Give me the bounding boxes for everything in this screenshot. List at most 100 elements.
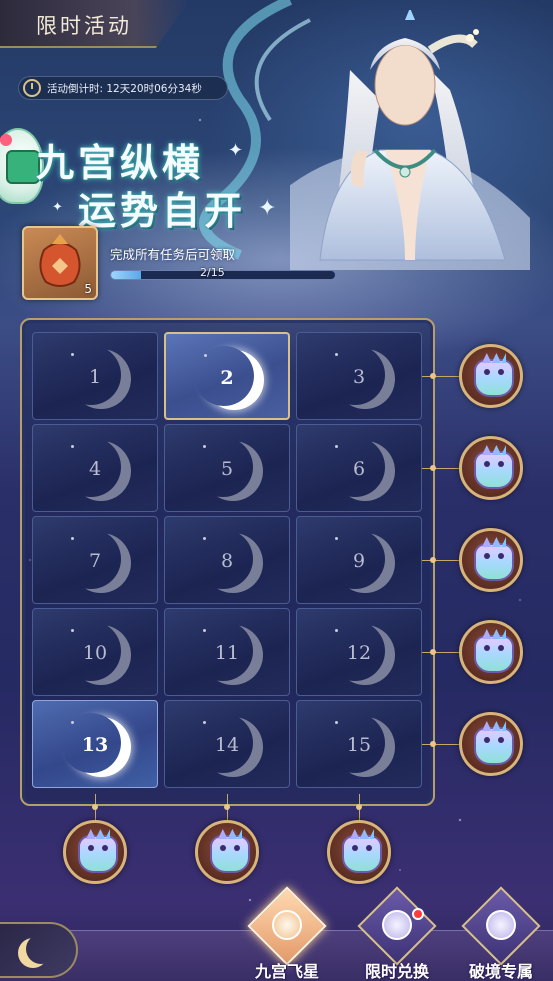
beast-icon	[474, 543, 514, 581]
banner-line-1: 九宫纵横	[36, 140, 205, 185]
connector-dot	[430, 557, 436, 563]
cell-number: 11	[214, 642, 240, 664]
grid-cell-7[interactable]: 7	[32, 516, 158, 604]
row-connector	[422, 376, 462, 377]
grid-cell-8[interactable]: 8	[164, 516, 290, 604]
cell-number: 9	[352, 550, 366, 572]
beast-icon	[474, 359, 514, 397]
progress-fill	[111, 271, 141, 279]
banner-line-2: 运势自开	[78, 188, 247, 233]
cell-number: 2	[220, 367, 234, 389]
connector-dot	[92, 804, 98, 810]
beast-icon	[474, 635, 514, 673]
cell-number: 7	[88, 550, 102, 572]
cell-number: 1	[88, 366, 102, 388]
connector-dot	[430, 373, 436, 379]
beast-icon	[342, 835, 382, 873]
star-dot	[203, 629, 206, 632]
connector-dot	[224, 804, 230, 810]
star-dot	[335, 537, 338, 540]
reward-description: 完成所有任务后可领取	[110, 247, 236, 262]
clock-icon	[23, 79, 41, 97]
star-dot	[335, 445, 338, 448]
row-reward-2[interactable]	[459, 436, 523, 500]
cell-number: 5	[220, 458, 234, 480]
figure-icon	[486, 910, 516, 940]
beast-icon	[474, 451, 514, 489]
grid-cell-9[interactable]: 9	[296, 516, 422, 604]
nav-tab-nine-star[interactable]: 九宫飞星	[238, 886, 336, 981]
nav-label: 限时兑换	[364, 962, 429, 981]
grid-cell-14[interactable]: 14	[164, 700, 290, 788]
cell-number: 6	[352, 458, 366, 480]
page-title: 限时活动	[36, 14, 132, 38]
beast-icon	[474, 727, 514, 765]
row-connector	[422, 560, 462, 561]
exchange-icon	[382, 910, 412, 940]
cell-number: 12	[346, 642, 372, 664]
star-dot	[335, 721, 338, 724]
nav-tab-breakthrough[interactable]: 破境专属	[452, 886, 550, 981]
grid-cell-15[interactable]: 15	[296, 700, 422, 788]
star-dot	[71, 445, 74, 448]
moon-menu-button[interactable]	[0, 922, 78, 978]
row-reward-1[interactable]	[459, 344, 523, 408]
star-dot	[335, 353, 338, 356]
countdown-pill: 活动倒计时: 12天20时06分34秒	[18, 76, 228, 100]
notification-badge	[412, 908, 424, 920]
connector-dot	[430, 465, 436, 471]
row-connector	[422, 652, 462, 653]
grid-cell-5[interactable]: 5	[164, 424, 290, 512]
connector-dot	[430, 649, 436, 655]
grid-cell-13[interactable]: 13	[32, 700, 158, 788]
grid-cell-4[interactable]: 4	[32, 424, 158, 512]
grid-cell-12[interactable]: 12	[296, 608, 422, 696]
cell-number: 13	[81, 734, 109, 756]
star-icon	[272, 910, 302, 940]
cell-number: 3	[352, 366, 366, 388]
nav-tab-limited-exchange[interactable]: 限时兑换	[348, 886, 446, 981]
row-connector	[422, 744, 462, 745]
grid-cell-11[interactable]: 11	[164, 608, 290, 696]
column-reward-3[interactable]	[327, 820, 391, 884]
star-dot	[203, 721, 206, 724]
cell-number: 8	[220, 550, 234, 572]
progress-label: 2/15	[200, 266, 225, 279]
nav-label: 九宫飞星	[254, 962, 319, 981]
reward-item[interactable]: 5	[22, 226, 98, 300]
star-dot	[71, 537, 74, 540]
beast-icon	[78, 835, 118, 873]
cell-number: 15	[346, 734, 372, 756]
column-reward-1[interactable]	[63, 820, 127, 884]
sparkle-icon: ✦	[228, 140, 244, 161]
cell-number: 14	[214, 734, 240, 756]
connector-dot	[430, 741, 436, 747]
cell-number: 10	[82, 642, 108, 664]
grid-cell-2[interactable]: 2	[164, 332, 290, 420]
beast-icon	[210, 835, 250, 873]
row-reward-5[interactable]	[459, 712, 523, 776]
grid-cell-1[interactable]: 1	[32, 332, 158, 420]
sparkle-icon: ✦	[258, 196, 277, 221]
grid-cell-3[interactable]: 3	[296, 332, 422, 420]
nine-palace-grid: 1 2 3 4 5 6 7 8 9 10 11 12 13 14 15	[32, 332, 422, 794]
grid-cell-6[interactable]: 6	[296, 424, 422, 512]
row-reward-4[interactable]	[459, 620, 523, 684]
star-dot	[203, 445, 206, 448]
star-dot	[71, 353, 74, 356]
reward-count: 5	[84, 282, 92, 296]
row-connector	[422, 468, 462, 469]
countdown-text: 活动倒计时: 12天20时06分34秒	[47, 82, 202, 95]
star-dot	[71, 721, 74, 724]
character-illustration	[290, 10, 530, 270]
row-reward-3[interactable]	[459, 528, 523, 592]
connector-dot	[356, 804, 362, 810]
moon-icon	[26, 934, 56, 964]
column-reward-2[interactable]	[195, 820, 259, 884]
star-dot	[335, 629, 338, 632]
activity-screen: 限时活动 活动倒计时: 12天20时06分34秒 九宫纵横 运势自开 ✦ ✦ ✦…	[0, 0, 553, 981]
grid-cell-10[interactable]: 10	[32, 608, 158, 696]
nav-label: 破境专属	[468, 962, 533, 981]
cell-number: 4	[88, 458, 102, 480]
mascot-flower-icon	[0, 134, 12, 146]
